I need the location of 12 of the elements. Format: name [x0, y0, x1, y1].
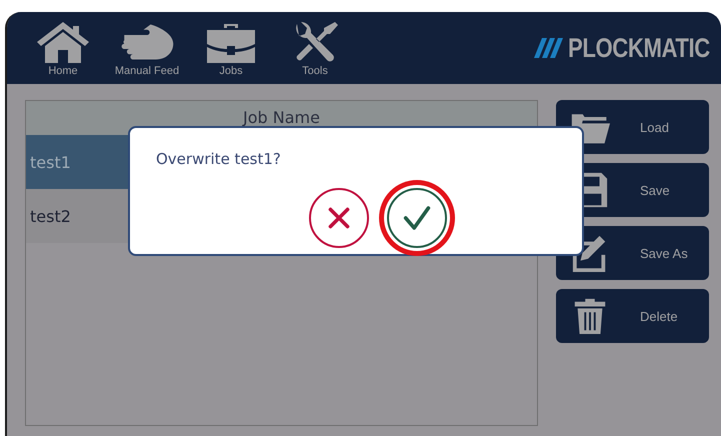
- column-header: Job Name: [241, 107, 321, 129]
- brand-logo: PLOCKMATIC: [568, 32, 710, 64]
- dialog-message: Overwrite test1?: [156, 150, 282, 168]
- save-as-button[interactable]: Save As: [556, 226, 709, 280]
- house-icon: [35, 20, 91, 64]
- load-button[interactable]: Load: [556, 100, 709, 154]
- nav-tools-button[interactable]: Tools: [279, 20, 351, 76]
- stripes-logo-icon: [534, 37, 564, 59]
- nav-manual-feed-button[interactable]: Manual Feed: [111, 20, 183, 76]
- nav-jobs-button[interactable]: Jobs: [195, 20, 267, 76]
- nav-home-button[interactable]: Home: [27, 20, 99, 76]
- delete-button[interactable]: Delete: [556, 289, 709, 343]
